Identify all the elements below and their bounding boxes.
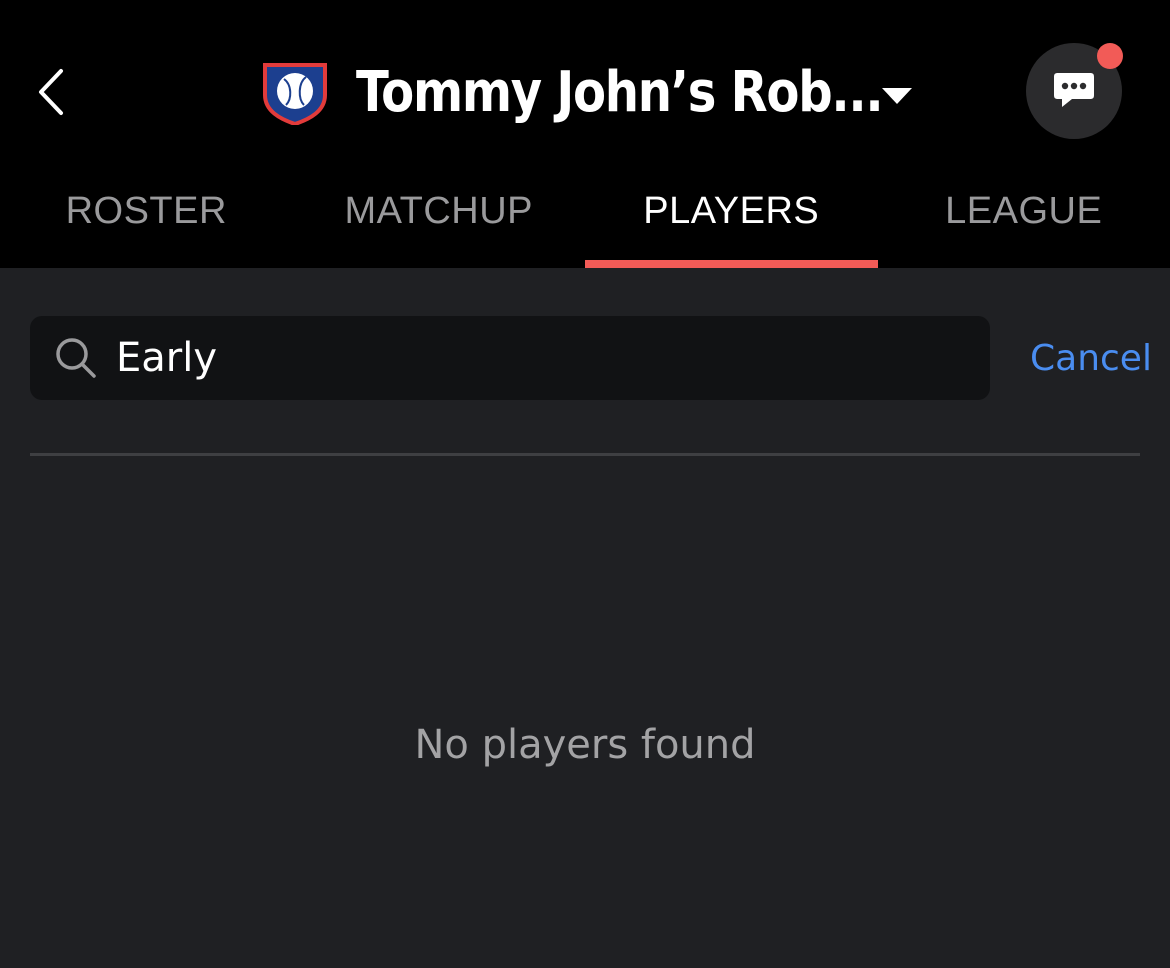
tab-bar: ROSTER MATCHUP PLAYERS LEAGUE (0, 168, 1170, 268)
team-name: Tommy John’s Rob... (356, 59, 884, 125)
back-button[interactable] (30, 62, 74, 122)
tab-label: LEAGUE (945, 190, 1103, 232)
chevron-left-icon (39, 69, 63, 115)
tab-label: MATCHUP (344, 190, 534, 232)
team-selector[interactable]: Tommy John’s Rob... (262, 56, 884, 128)
search-icon (56, 338, 96, 378)
baseball-shield-icon (263, 63, 327, 125)
search-input[interactable] (114, 327, 958, 389)
chat-bubble-icon (1054, 73, 1094, 107)
tab-matchup[interactable]: MATCHUP (293, 168, 586, 268)
tab-label: ROSTER (65, 190, 227, 232)
tab-label: PLAYERS (643, 190, 820, 232)
tab-roster[interactable]: ROSTER (0, 168, 293, 268)
divider (30, 453, 1140, 456)
notification-badge (1097, 43, 1123, 69)
caret-down-icon[interactable] (880, 86, 914, 106)
tab-league[interactable]: LEAGUE (878, 168, 1170, 268)
empty-state-message: No players found (414, 722, 756, 768)
top-bar: Tommy John’s Rob... ROSTER MATCHUP PLAYE… (0, 0, 1170, 268)
tab-players[interactable]: PLAYERS (585, 168, 878, 268)
search-bar[interactable] (30, 316, 990, 400)
cancel-button[interactable]: Cancel (1030, 338, 1152, 379)
